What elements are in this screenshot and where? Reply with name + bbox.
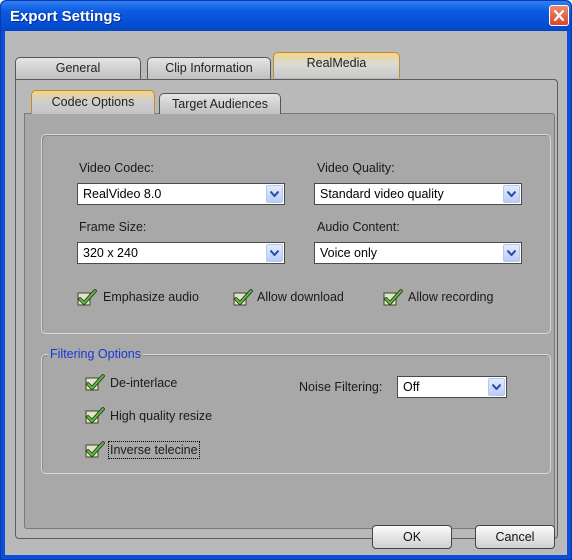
checkmark-icon[interactable] [233,289,253,307]
dropdown-button[interactable] [266,244,283,262]
window-title: Export Settings [10,8,121,25]
chevron-down-icon [507,250,516,256]
export-settings-window: Export Settings General Clip Information… [0,0,572,560]
video-codec-select[interactable]: RealVideo 8.0 [77,183,285,205]
filtering-options-legend: Filtering Options [48,347,144,361]
tab-clip-information[interactable]: Clip Information [147,57,271,79]
allow-recording-label[interactable]: Allow recording [408,290,493,304]
checkmark-icon[interactable] [85,407,105,425]
video-codec-label: Video Codec: [79,161,154,175]
tab-codec-options[interactable]: Codec Options [31,90,155,114]
noise-filtering-label: Noise Filtering: [299,380,383,394]
video-codec-value: RealVideo 8.0 [83,187,162,201]
chevron-down-icon [507,191,516,197]
frame-size-value: 320 x 240 [83,246,138,260]
video-quality-value: Standard video quality [320,187,444,201]
checkmark-icon[interactable] [85,441,105,459]
ok-button[interactable]: OK [372,525,452,549]
video-quality-select[interactable]: Standard video quality [314,183,522,205]
inverse-telecine-label[interactable]: Inverse telecine [108,441,200,459]
video-quality-label: Video Quality: [317,161,395,175]
dropdown-button[interactable] [503,244,520,262]
frame-size-select[interactable]: 320 x 240 [77,242,285,264]
emphasize-audio-label[interactable]: Emphasize audio [103,290,199,304]
audio-content-select[interactable]: Voice only [314,242,522,264]
high-quality-resize-label[interactable]: High quality resize [110,409,212,423]
allow-download-label[interactable]: Allow download [257,290,344,304]
dropdown-button[interactable] [266,185,283,203]
close-button[interactable] [549,5,569,26]
dropdown-button[interactable] [488,378,505,396]
checkmark-icon[interactable] [77,289,97,307]
cancel-button[interactable]: Cancel [475,525,555,549]
tab-target-audiences[interactable]: Target Audiences [159,93,281,114]
tab-general[interactable]: General [15,57,141,79]
chevron-down-icon [270,191,279,197]
noise-filtering-value: Off [403,380,420,394]
chevron-down-icon [270,250,279,256]
audio-content-label: Audio Content: [317,220,400,234]
chevron-down-icon [492,384,501,390]
audio-content-value: Voice only [320,246,377,260]
frame-size-label: Frame Size: [79,220,147,234]
tab-realmedia[interactable]: RealMedia [273,52,400,78]
deinterlace-label[interactable]: De-interlace [110,376,177,390]
dropdown-button[interactable] [503,185,520,203]
noise-filtering-select[interactable]: Off [397,376,507,398]
dialog-client-area: General Clip Information RealMedia Codec… [5,31,567,555]
checkmark-icon[interactable] [383,289,403,307]
close-icon [554,10,564,21]
checkmark-icon[interactable] [85,374,105,392]
title-bar[interactable]: Export Settings [1,1,571,31]
